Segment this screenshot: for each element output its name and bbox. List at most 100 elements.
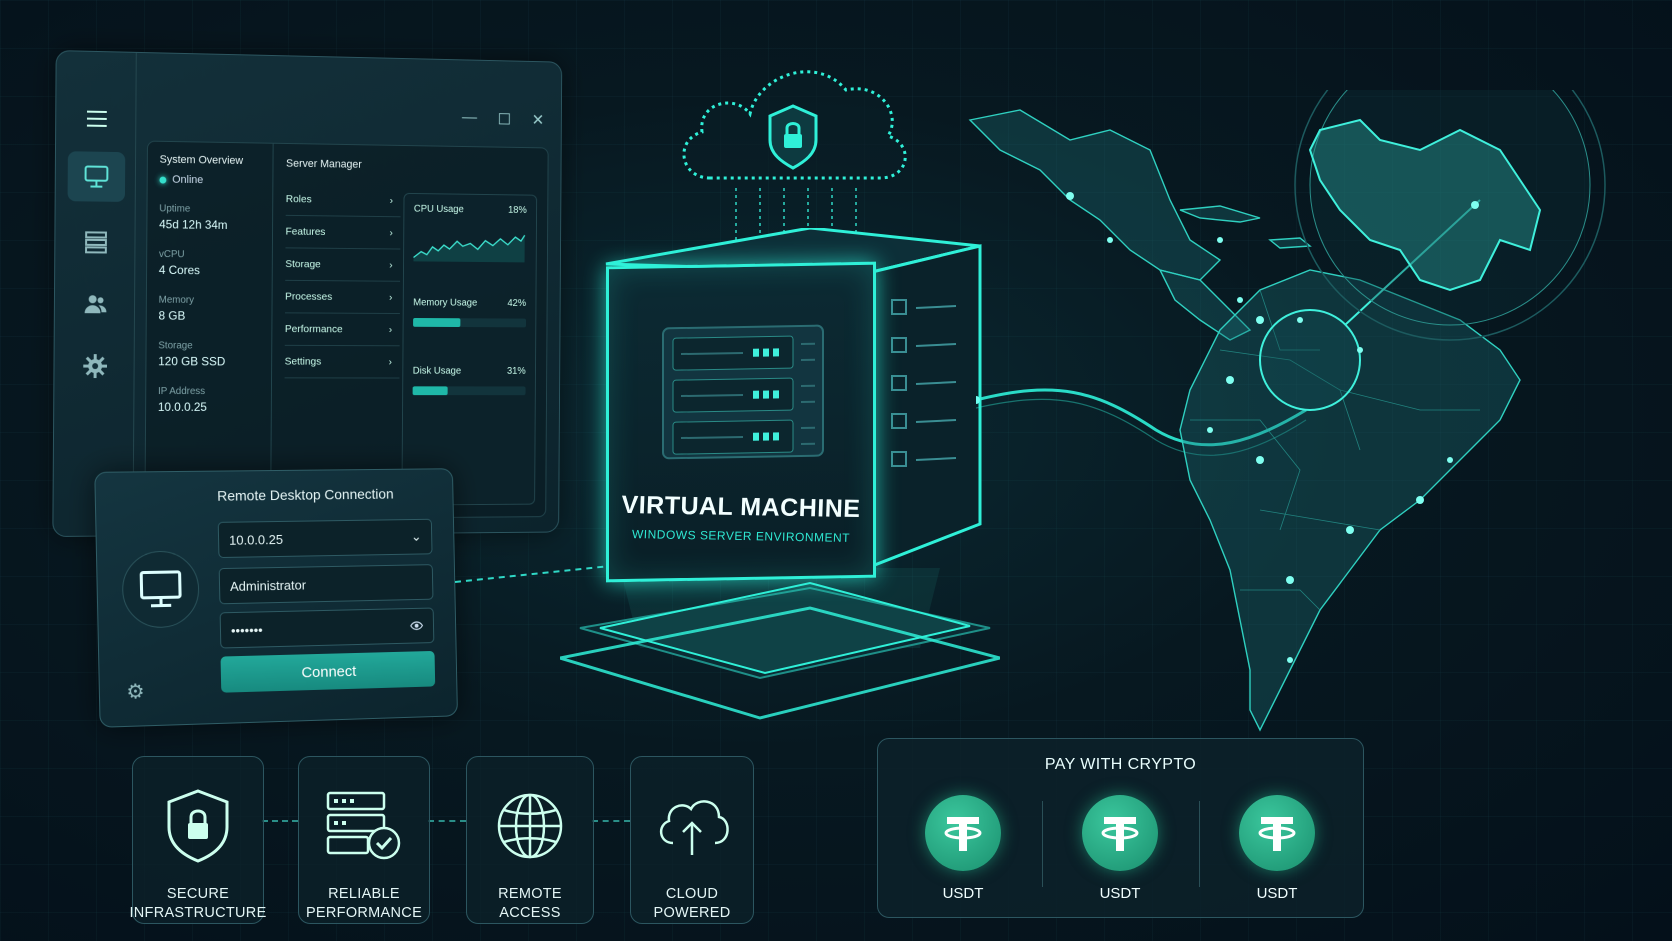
menu-item-label: Processes [285,290,333,303]
minimize-button[interactable]: — [462,109,477,129]
stat-value: 4 Cores [158,262,201,278]
host-value: 10.0.0.25 [228,531,284,548]
tether-icon [1239,795,1315,871]
username-field[interactable]: Administrator [218,564,434,605]
menu-icon[interactable] [76,97,118,140]
cpu-usage-value: 18% [508,205,527,216]
disk-usage-row: Disk Usage 31% [403,327,535,377]
gear-icon[interactable] [74,345,116,387]
dashboard-panel: System Overview Online Uptime 45d 12h 34… [144,140,549,521]
feature-connector [262,820,298,822]
coin-label: USDT [1099,885,1141,902]
remote-desktop-dialog: Remote Desktop Connection 10.0.0.25 ⌄ Ad… [94,468,458,728]
cpu-usage-label: CPU Usage [413,203,464,216]
feature-card-secure: SECURE INFRASTRUCTURE [129,756,266,924]
password-field[interactable]: ••••••• [219,607,435,649]
crypto-title: PAY WITH CRYPTO [1044,756,1197,773]
menu-item-features[interactable]: Features › [285,215,401,250]
close-button[interactable]: ✕ [532,110,545,130]
stat-value: 10.0.0.25 [157,400,207,414]
feature-card-performance: RELIABLE PERFORMANCE [298,756,430,924]
chevron-right-icon: › [389,259,393,271]
latin-america-map [960,29,1660,750]
users-icon[interactable] [75,283,117,325]
window-controls: — ☐ ✕ [462,109,544,130]
stat-value: 8 GB [158,308,186,323]
vm-subtitle: WINDOWS SERVER ENVIRONMENT [631,527,851,545]
map-graphic [968,29,1606,732]
usdt-coin[interactable]: USDT [903,795,1023,902]
menu-item-label: Storage [285,258,321,271]
server-manager-title: Server Manager [285,157,362,171]
coin-label: USDT [1256,885,1298,902]
username-value: Administrator [229,576,307,594]
menu-item-label: Features [285,225,326,238]
server-icon[interactable] [75,221,117,263]
menu-item-settings[interactable]: Settings › [284,345,400,379]
cpu-usage-row: CPU Usage 18% [404,194,536,216]
chevron-right-icon: › [388,323,393,336]
menu-item-performance[interactable]: Performance › [284,313,400,347]
globe-icon [495,777,565,875]
stat-label: Storage [158,340,193,352]
server-check-icon [324,777,404,875]
stat-value: 120 GB SSD [158,354,226,369]
virtual-machine-graphic: VIRTUAL MACHINE WINDOWS SERVER ENVIRONME… [560,228,1000,728]
cloud-security-graphic [666,48,920,248]
host-select[interactable]: 10.0.0.25 ⌄ [217,518,433,559]
feature-connector [592,820,630,822]
chevron-right-icon: › [388,355,392,368]
menu-item-storage[interactable]: Storage › [285,248,401,282]
maximize-button[interactable]: ☐ [498,110,512,130]
menu-item-roles[interactable]: Roles › [285,183,401,218]
memory-usage-value: 42% [507,298,527,309]
chevron-right-icon: › [389,291,393,304]
connect-button[interactable]: Connect [220,650,436,693]
menu-item-processes[interactable]: Processes › [285,280,401,315]
settings-gear-icon[interactable]: ⚙ [126,679,145,705]
memory-usage-row: Memory Usage 42% [404,270,536,309]
status-dot [159,176,167,184]
cloud-upload-icon [653,777,731,875]
usage-panel: CPU Usage 18% Memory Usage 42% Disk Usage 3… [401,192,538,506]
disk-usage-value: 31% [506,366,526,377]
rdp-title: Remote Desktop Connection [217,485,394,504]
eye-icon[interactable] [410,618,424,633]
server-manager-window: — ☐ ✕ System Overview Online Uptime 45d … [52,50,563,538]
cpu-sparkline [404,214,536,263]
chevron-right-icon: › [389,226,393,239]
shield-lock-icon [165,777,231,875]
chevron-right-icon: › [389,194,394,207]
feature-label: RELIABLE PERFORMANCE [305,886,423,921]
system-overview: System Overview Online Uptime 45d 12h 34… [158,154,277,432]
feature-card-remote: REMOTE ACCESS [466,756,594,924]
crypto-payment-panel: PAY WITH CRYPTO USDT USDT USDT [877,738,1364,918]
coin-separator [1199,801,1200,887]
menu-item-label: Settings [284,355,322,368]
coin-label: USDT [942,885,984,902]
server-manager-menu: Server Manager Roles › Features › Storage ›… [284,157,401,379]
status-text: Online [172,173,204,187]
vm-title: VIRTUAL MACHINE [621,490,861,524]
stat-label: Memory [158,294,195,306]
stat-label: IP Address [157,386,206,398]
tether-icon [1082,795,1158,871]
password-value: ••••••• [230,621,263,638]
tether-icon [925,795,1001,871]
feature-label: REMOTE ACCESS [498,886,562,921]
stat-label: Uptime [159,203,191,215]
disk-usage-fill [412,386,448,396]
cloud-icon [682,70,907,244]
vm-front-face: VIRTUAL MACHINE WINDOWS SERVER ENVIRONME… [606,261,876,583]
status-indicator: Online [159,174,276,188]
memory-usage-label: Memory Usage [413,297,478,309]
usdt-coin[interactable]: USDT [1217,795,1337,902]
menu-item-label: Performance [284,323,343,336]
feature-label: CLOUD POWERED [653,886,731,921]
window-sidebar [53,51,137,537]
monitor-icon[interactable] [67,151,126,202]
usdt-coin[interactable]: USDT [1060,795,1180,902]
feature-card-cloud: CLOUD POWERED [630,756,754,924]
server-rack-icon [662,324,824,460]
disk-usage-bar [412,386,526,396]
